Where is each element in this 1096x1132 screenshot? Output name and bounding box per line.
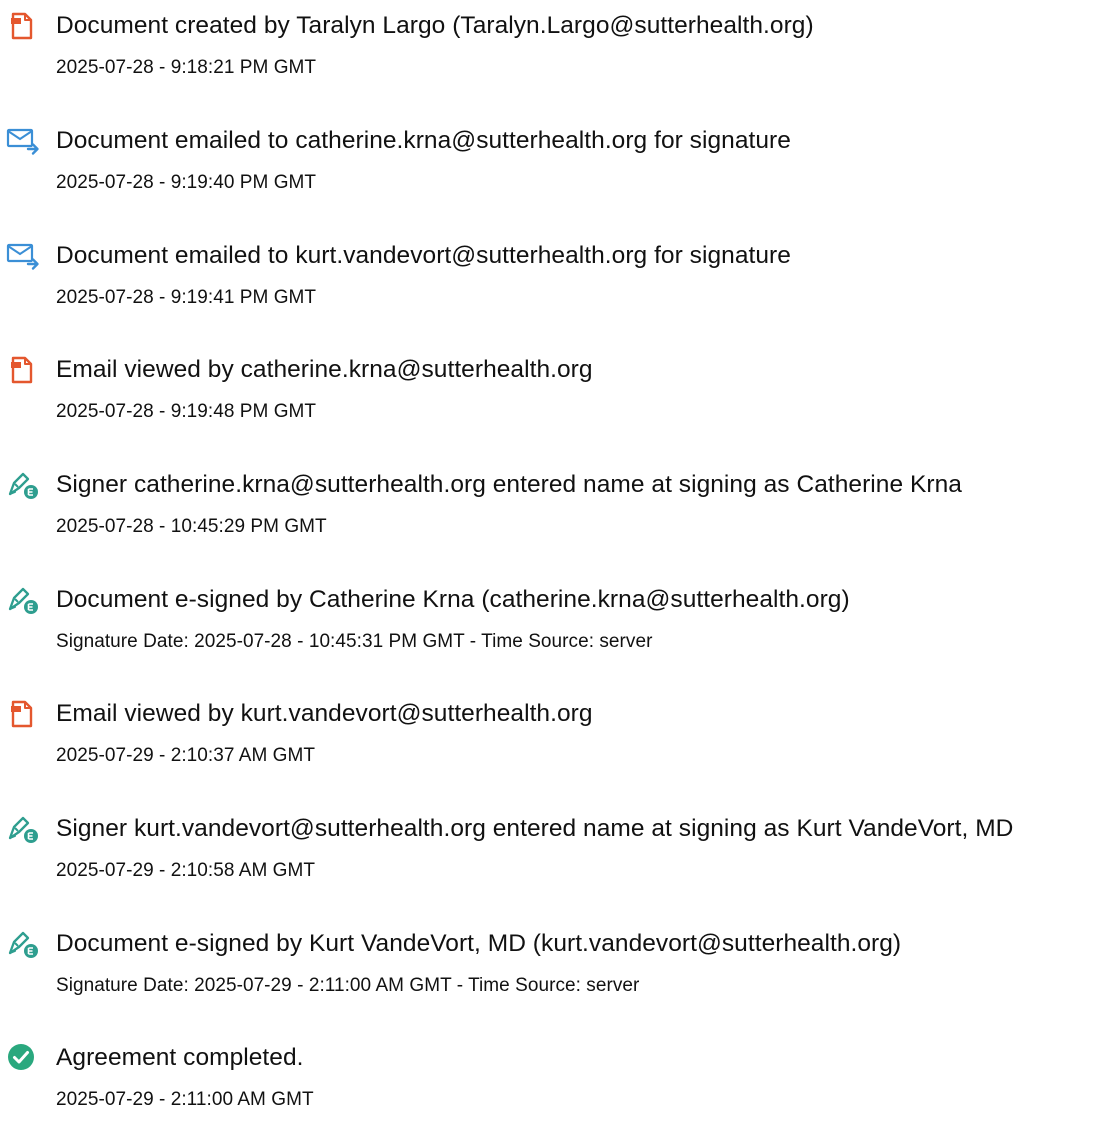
check-circle-icon [6, 1042, 40, 1076]
event-timestamp: 2025-07-28 - 9:19:40 PM GMT [56, 172, 317, 193]
event-timestamp: 2025-07-29 - 2:10:37 AM GMT [56, 745, 316, 766]
event-title: Email viewed by kurt.vandevort@sutterhea… [56, 700, 593, 727]
event-title: Signer catherine.krna@sutterhealth.org e… [56, 471, 962, 498]
event-timestamp: 2025-07-28 - 9:19:41 PM GMT [56, 287, 317, 308]
esign-pen-icon [6, 813, 40, 847]
event-timestamp: 2025-07-28 - 10:45:29 PM GMT [56, 516, 327, 537]
history-event: Signer catherine.krna@sutterhealth.org e… [0, 459, 1096, 559]
event-title: Email viewed by catherine.krna@sutterhea… [56, 356, 593, 383]
history-event: Agreement completed. 2025-07-29 - 2:11:0… [0, 1032, 1096, 1132]
esign-pen-icon [6, 584, 40, 618]
history-event: Document emailed to catherine.krna@sutte… [0, 115, 1096, 215]
event-timestamp: 2025-07-28 - 9:18:21 PM GMT [56, 57, 317, 78]
event-title: Document e-signed by Kurt VandeVort, MD … [56, 930, 902, 957]
event-title: Document emailed to catherine.krna@sutte… [56, 127, 791, 154]
history-event: Signer kurt.vandevort@sutterhealth.org e… [0, 803, 1096, 903]
history-event: Document emailed to kurt.vandevort@sutte… [0, 230, 1096, 330]
event-title: Document e-signed by Catherine Krna (cat… [56, 586, 850, 613]
document-icon [6, 698, 40, 732]
event-title: Document created by Taralyn Largo (Taral… [56, 12, 814, 39]
event-title: Document emailed to kurt.vandevort@sutte… [56, 242, 791, 269]
event-signature-date: Signature Date: 2025-07-28 - 10:45:31 PM… [56, 631, 653, 652]
history-event: Document e-signed by Kurt VandeVort, MD … [0, 918, 1096, 1018]
history-event: Document created by Taralyn Largo (Taral… [0, 0, 1096, 100]
esign-pen-icon [6, 928, 40, 962]
document-icon [6, 354, 40, 388]
history-event: Email viewed by catherine.krna@sutterhea… [0, 344, 1096, 444]
email-send-icon [6, 125, 40, 159]
event-timestamp: 2025-07-29 - 2:10:58 AM GMT [56, 860, 316, 881]
event-signature-date: Signature Date: 2025-07-29 - 2:11:00 AM … [56, 975, 640, 996]
event-timestamp: 2025-07-28 - 9:19:48 PM GMT [56, 401, 317, 422]
event-title: Agreement completed. [56, 1044, 304, 1071]
event-title: Signer kurt.vandevort@sutterhealth.org e… [56, 815, 1014, 842]
event-timestamp: 2025-07-29 - 2:11:00 AM GMT [56, 1089, 314, 1110]
document-icon [6, 10, 40, 44]
history-event: Email viewed by kurt.vandevort@sutterhea… [0, 688, 1096, 788]
history-event: Document e-signed by Catherine Krna (cat… [0, 574, 1096, 674]
email-send-icon [6, 240, 40, 274]
esign-pen-icon [6, 469, 40, 503]
